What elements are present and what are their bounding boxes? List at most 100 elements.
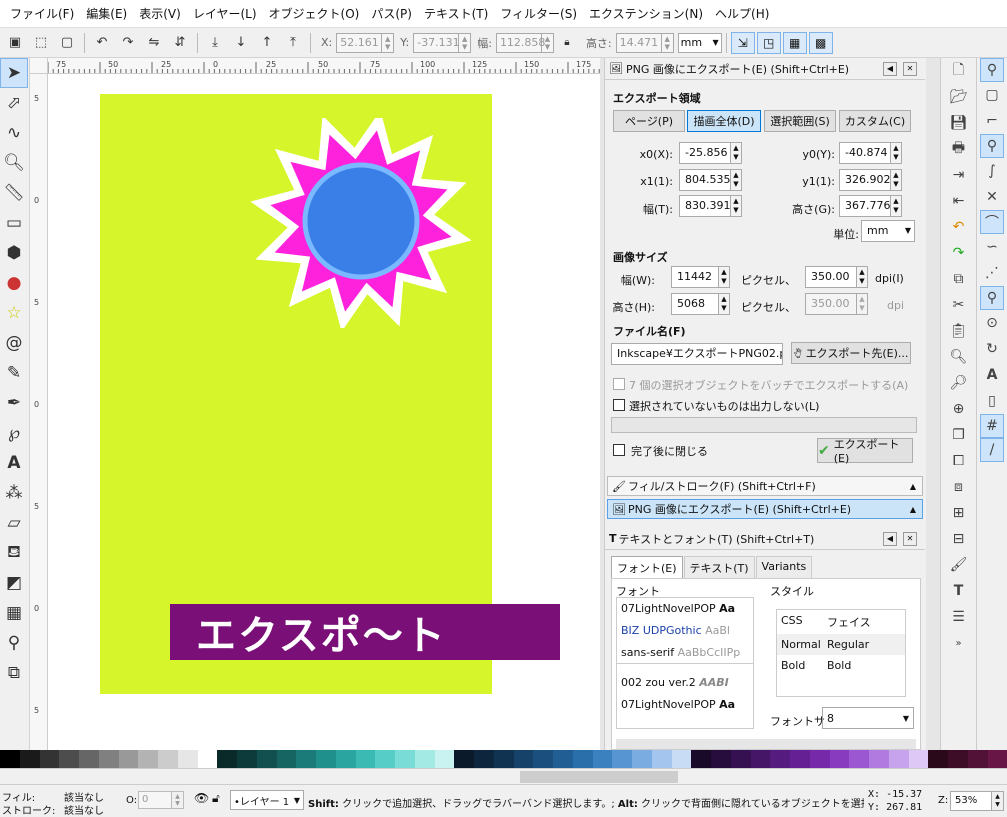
snap-paths-icon[interactable]: ∫ <box>978 158 1006 184</box>
palette-swatch[interactable] <box>968 750 988 768</box>
palette-swatch[interactable] <box>138 750 158 768</box>
filename-input[interactable]: Inkscape¥エクスポートPNG02.png <box>611 343 783 365</box>
w-input[interactable]: 112.858 <box>496 33 542 53</box>
visibility-icon[interactable]: 👁︎ <box>194 791 209 805</box>
star-tool-icon[interactable]: ☆ <box>0 298 28 328</box>
palette-swatch[interactable] <box>514 750 534 768</box>
snap-guide-icon[interactable]: / <box>980 438 1004 462</box>
cut-icon[interactable]: ✂ <box>945 292 973 318</box>
zoom-selection-icon[interactable]: 🔍︎ <box>945 344 973 370</box>
x-input[interactable]: 52.161 <box>336 33 382 53</box>
snap-grid-icon[interactable]: # <box>980 414 1004 438</box>
fill-stroke-icon[interactable]: 🖌︎ <box>945 552 973 578</box>
connector-tool-icon[interactable]: ⧉ <box>0 658 28 688</box>
pencil-tool-icon[interactable]: ✎ <box>0 358 28 388</box>
dock-scrollbar[interactable] <box>926 58 940 750</box>
tab-font[interactable]: フォント(E) <box>611 556 683 578</box>
batch-export-checkbox[interactable] <box>613 378 625 390</box>
palette-swatch[interactable] <box>237 750 257 768</box>
eraser-tool-icon[interactable]: ▱ <box>0 508 28 538</box>
menu-help[interactable]: ヘルプ(H) <box>709 0 775 28</box>
export-as-button[interactable]: 🖐︎エクスポート先(E)... <box>791 342 911 364</box>
rectangle-tool-icon[interactable]: ▭ <box>0 208 28 238</box>
palette-swatch[interactable] <box>731 750 751 768</box>
zoom-input[interactable]: 53% <box>950 791 992 811</box>
snap-bbox-edge-icon[interactable]: ⌐ <box>978 108 1006 134</box>
hide-unselected-checkbox[interactable] <box>613 399 625 411</box>
duplicate-icon[interactable]: ❐ <box>945 422 973 448</box>
pen-tool-icon[interactable]: ✒ <box>0 388 28 418</box>
palette-swatch[interactable] <box>672 750 692 768</box>
y-input[interactable]: -37.131 <box>413 33 459 53</box>
palette-swatch[interactable] <box>316 750 336 768</box>
palette-swatch[interactable] <box>810 750 830 768</box>
palette-swatch[interactable] <box>296 750 316 768</box>
dpi-input[interactable]: 350.00 <box>805 266 857 288</box>
palette-swatch[interactable] <box>158 750 178 768</box>
font-list[interactable]: 07LightNovelPOP Aa BIZ UDPGothic AaBl sa… <box>616 597 754 729</box>
selector-tool-icon[interactable]: ➤ <box>0 58 28 88</box>
list-item[interactable]: 07LightNovelPOP Aa <box>617 694 753 716</box>
palette-swatch[interactable] <box>790 750 810 768</box>
spin-arrows-icon[interactable]: ▲▼ <box>459 33 471 53</box>
width-spin-icon[interactable]: ▲▼ <box>731 195 742 217</box>
snap-nodes-icon[interactable]: ⚲ <box>980 134 1004 158</box>
close-after-checkbox[interactable] <box>613 444 625 456</box>
image-width-spin-icon[interactable]: ▲▼ <box>719 266 730 288</box>
unit-select[interactable]: mm▼ <box>678 33 722 53</box>
select-all-icon[interactable]: ▣ <box>4 32 26 54</box>
image-height-spin-icon[interactable]: ▲▼ <box>719 293 730 315</box>
palette-swatch[interactable] <box>99 750 119 768</box>
snap-text-baseline-icon[interactable]: A <box>978 362 1006 388</box>
zoom-tool-icon[interactable]: 🔍︎ <box>0 148 28 178</box>
list-item[interactable]: NormalRegular <box>777 634 905 655</box>
text-font-icon[interactable]: T <box>945 578 973 604</box>
measure-tool-icon[interactable]: 📏︎ <box>0 178 28 208</box>
spin-arrows-icon[interactable]: ▲▼ <box>662 33 674 53</box>
x0-spin-icon[interactable]: ▲▼ <box>731 142 742 164</box>
more-icon[interactable]: » <box>945 630 973 656</box>
select-all-layers-icon[interactable]: ⬚ <box>30 32 52 54</box>
font-size-select[interactable]: 8▼ <box>822 707 914 729</box>
group-icon[interactable]: ⊞ <box>945 500 973 526</box>
width-input[interactable]: 830.391 <box>679 195 731 217</box>
scroll-thumb[interactable] <box>520 771 678 783</box>
snap-center-icon[interactable]: ⊙ <box>978 310 1006 336</box>
spiral-tool-icon[interactable]: @ <box>0 328 28 358</box>
new-document-icon[interactable]: 🗋 <box>945 58 973 84</box>
lower-icon[interactable]: ↓ <box>230 32 252 54</box>
x1-spin-icon[interactable]: ▲▼ <box>731 169 742 191</box>
flip-vertical-icon[interactable]: ⇵ <box>169 32 191 54</box>
rotate-ccw-icon[interactable]: ↶ <box>91 32 113 54</box>
3d-box-tool-icon[interactable]: ⬢ <box>0 238 28 268</box>
menu-filters[interactable]: フィルター(S) <box>494 0 583 28</box>
redo-icon[interactable]: ↷ <box>945 240 973 266</box>
menu-text[interactable]: テキスト(T) <box>418 0 494 28</box>
list-item[interactable]: 07LightNovelPOP Aa <box>617 598 753 620</box>
x0-input[interactable]: -25.856 <box>679 142 731 164</box>
palette-swatch[interactable] <box>217 750 237 768</box>
palette-swatch[interactable] <box>40 750 60 768</box>
opacity-spin-icon[interactable]: ▲▼ <box>172 791 184 809</box>
tab-text[interactable]: テキスト(T) <box>684 556 755 578</box>
unit-select[interactable]: mm▼ <box>861 220 915 242</box>
save-icon[interactable]: 💾︎ <box>945 110 973 136</box>
x1-input[interactable]: 804.535 <box>679 169 731 191</box>
dpi-spin-icon[interactable]: ▲▼ <box>857 266 868 288</box>
palette-swatch[interactable] <box>79 750 99 768</box>
style-list[interactable]: CSSフェイス NormalRegular BoldBold <box>776 609 906 697</box>
mesh-tool-icon[interactable]: ▦ <box>0 598 28 628</box>
fill-stroke-tab[interactable]: 🖌︎フィル/ストローク(F) (Shift+Ctrl+F)▲ <box>607 476 923 496</box>
h-input[interactable]: 14.471 <box>616 33 662 53</box>
palette-swatch[interactable] <box>198 750 218 768</box>
palette-swatch[interactable] <box>869 750 889 768</box>
dock-collapse-icon[interactable]: ◀ <box>883 62 897 76</box>
list-item[interactable]: 002 zou ver.2 AABI <box>617 672 753 694</box>
paste-icon[interactable]: 📋︎ <box>945 318 973 344</box>
export-button[interactable]: ✔エクスポート(E) <box>817 438 913 463</box>
paint-bucket-tool-icon[interactable]: ⛾ <box>0 538 28 568</box>
menu-layer[interactable]: レイヤー(L) <box>187 0 263 28</box>
layers-icon[interactable]: ☰ <box>945 604 973 630</box>
palette-swatch[interactable] <box>711 750 731 768</box>
layer-select[interactable]: •レイヤー 1▼ <box>230 790 304 810</box>
